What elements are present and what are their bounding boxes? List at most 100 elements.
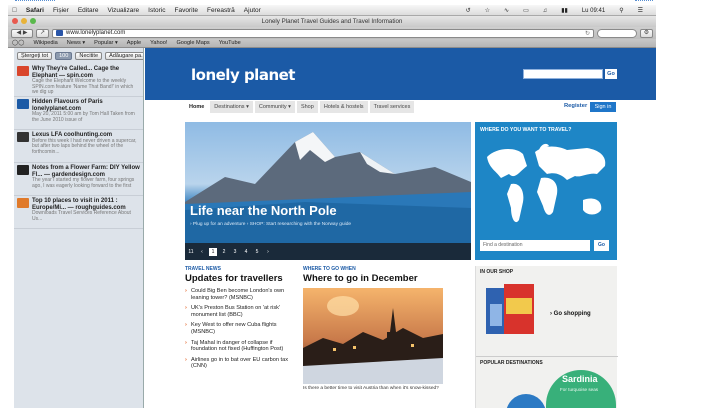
travel-news-kicker[interactable]: Travel news bbox=[185, 266, 297, 272]
where-heading[interactable]: Where to go in December bbox=[303, 273, 443, 284]
news-link[interactable]: UK's Preston Bus Station on 'at risk' mo… bbox=[185, 305, 297, 318]
list-item[interactable]: Lexus LFA coolhunting.com Before this wee… bbox=[14, 130, 143, 163]
photo-caption[interactable]: Is there a better time to visit Austria … bbox=[303, 386, 443, 391]
list-item[interactable]: Why They're Called... Cage the Elephant … bbox=[14, 64, 143, 97]
menu-window[interactable]: Fereastră bbox=[207, 7, 235, 14]
bookmark-item[interactable]: Google Maps bbox=[176, 40, 209, 46]
nav-travel-services[interactable]: Travel services bbox=[369, 101, 415, 113]
menu-edit[interactable]: Editare bbox=[78, 7, 99, 14]
updates-heading[interactable]: Updates for travellers bbox=[185, 273, 297, 284]
close-icon[interactable] bbox=[12, 18, 18, 24]
where-kicker[interactable]: Where to go when bbox=[303, 266, 443, 272]
nav-home[interactable]: Home bbox=[185, 101, 209, 113]
time-machine-icon[interactable]: ↺ bbox=[466, 7, 471, 14]
news-link[interactable]: Key West to offer new Cuba flights (MSNB… bbox=[185, 322, 297, 335]
pager-prev[interactable]: ‹ bbox=[198, 248, 206, 256]
reload-icon[interactable]: ↻ bbox=[585, 30, 590, 37]
wifi-icon[interactable]: ∿ bbox=[504, 7, 509, 14]
site-search-input[interactable] bbox=[523, 69, 603, 79]
airplay-icon[interactable]: ▭ bbox=[523, 7, 529, 14]
all-count-badge[interactable]: 100 bbox=[55, 52, 73, 60]
site-thumbnail bbox=[17, 132, 29, 142]
bookmark-item[interactable]: Wikipedia bbox=[34, 40, 58, 46]
news-link[interactable]: Could Big Ben become London's own leanin… bbox=[185, 288, 297, 301]
share-icon[interactable]: ↗ bbox=[36, 28, 49, 38]
hero-links[interactable]: › Plug up for an adventure › SHOP: Start… bbox=[190, 222, 351, 227]
shop-kicker: In our shop bbox=[480, 269, 514, 275]
hero-banner[interactable]: Life near the North Pole › Plug up for a… bbox=[185, 122, 471, 260]
zoom-icon[interactable] bbox=[30, 18, 36, 24]
pager-next[interactable]: › bbox=[264, 248, 272, 256]
sign-in-button[interactable]: Sign in bbox=[590, 102, 616, 112]
site-thumbnail bbox=[17, 165, 29, 175]
pager-2[interactable]: 2 bbox=[220, 248, 228, 256]
site-thumbnail bbox=[17, 99, 29, 109]
address-bar[interactable]: www.lonelyplanet.com ↻ bbox=[52, 28, 594, 38]
hero-pager: 11 ‹ 1 2 3 4 5 › bbox=[185, 243, 471, 260]
destination-go-button[interactable]: Go bbox=[594, 240, 609, 251]
bluetooth-icon[interactable]: ☆ bbox=[485, 7, 490, 14]
site-search-go-button[interactable]: Go bbox=[605, 69, 617, 79]
address-text: www.lonelyplanet.com bbox=[66, 30, 126, 36]
status-area: ↺ ☆ ∿ ▭ ♫ ▮▮ Lu 09:41 ⚲ ☰ bbox=[466, 5, 652, 16]
bookmark-item[interactable]: News ▾ bbox=[67, 40, 85, 46]
nav-community[interactable]: Community ▾ bbox=[254, 101, 295, 113]
clear-all-button[interactable]: Ștergeți tot bbox=[17, 52, 53, 60]
go-shopping-link[interactable]: › Go shopping bbox=[550, 311, 591, 317]
news-link[interactable]: Taj Mahal in danger of collapse if found… bbox=[185, 340, 297, 353]
add-page-button[interactable]: Adăugare pa... bbox=[105, 52, 143, 60]
window-title: Lonely Planet Travel Guides and Travel I… bbox=[261, 18, 403, 25]
pager-5[interactable]: 5 bbox=[253, 248, 261, 256]
nav-destinations[interactable]: Destinations ▾ bbox=[210, 101, 253, 113]
bookmark-item[interactable]: YouTube bbox=[219, 40, 241, 46]
battery-icon[interactable]: ▮▮ bbox=[561, 7, 568, 14]
site-header: lonely planet Go bbox=[145, 48, 656, 100]
pager-3[interactable]: 3 bbox=[231, 248, 239, 256]
spotlight-icon[interactable]: ⚲ bbox=[619, 7, 623, 14]
austria-photo[interactable] bbox=[303, 288, 443, 384]
where-to-go-column: Where to go when Where to go in December bbox=[303, 266, 443, 391]
menu-bar:  Safari Fișier Editare Vizualizare Isto… bbox=[8, 5, 656, 16]
clock[interactable]: Lu 09:41 bbox=[582, 8, 605, 14]
menu-file[interactable]: Fișier bbox=[53, 7, 69, 14]
bookmark-item[interactable]: Popular ▾ bbox=[94, 40, 118, 46]
settings-gear-icon[interactable]: ⚙ bbox=[640, 28, 653, 38]
bookmark-item[interactable]: Apple bbox=[127, 40, 141, 46]
popular-destinations-heading: Popular destinations bbox=[476, 356, 618, 369]
list-item[interactable]: Hidden Flavours of Paris lonelyplanet.co… bbox=[14, 97, 143, 130]
pager-4[interactable]: 4 bbox=[242, 248, 250, 256]
back-forward-button[interactable]: ◀ ▶ bbox=[11, 28, 33, 38]
guidebook-image[interactable] bbox=[486, 284, 538, 340]
menu-bookmarks[interactable]: Favorite bbox=[174, 7, 197, 14]
pager-1[interactable]: 1 bbox=[209, 247, 217, 256]
site-thumbnail bbox=[17, 198, 29, 208]
bookmark-item[interactable]: Yahoo! bbox=[150, 40, 167, 46]
favicon-icon bbox=[56, 30, 63, 36]
unread-button[interactable]: Necitite bbox=[75, 52, 103, 60]
destination-input[interactable]: Find a destination bbox=[480, 240, 590, 251]
sardinia-title[interactable]: Sardinia bbox=[562, 374, 598, 384]
hero-title[interactable]: Life near the North Pole bbox=[190, 203, 337, 218]
register-link[interactable]: Register bbox=[564, 103, 587, 109]
news-link[interactable]: Airlines go in to bat over EU carbon tax… bbox=[185, 357, 297, 370]
nav-shop[interactable]: Shop bbox=[296, 101, 318, 113]
menu-view[interactable]: Vizualizare bbox=[107, 7, 139, 14]
menu-history[interactable]: Istoric bbox=[148, 7, 165, 14]
minimize-icon[interactable] bbox=[21, 18, 27, 24]
window-titlebar: Lonely Planet Travel Guides and Travel I… bbox=[8, 16, 656, 27]
apple-icon[interactable]:  bbox=[12, 7, 17, 14]
list-item[interactable]: Notes from a Flower Farm: DIY Yellow Fl.… bbox=[14, 163, 143, 196]
reading-list-icon[interactable]: ◯◯ bbox=[12, 40, 25, 46]
site-nav: Home Destinations ▾ Community ▾ Shop Hot… bbox=[185, 101, 615, 113]
web-page: lonely planet Go Home Destinations ▾ Com… bbox=[145, 48, 656, 408]
notification-icon[interactable]: ☰ bbox=[638, 7, 643, 14]
nav-hotels[interactable]: Hotels & hostels bbox=[319, 101, 368, 113]
search-input[interactable] bbox=[597, 28, 637, 38]
list-item[interactable]: Top 10 places to visit in 2011 : Europe/… bbox=[14, 196, 143, 229]
menu-app-name[interactable]: Safari bbox=[26, 7, 44, 14]
volume-icon[interactable]: ♫ bbox=[543, 8, 548, 14]
callout-line bbox=[635, 0, 653, 4]
menu-help[interactable]: Ajutor bbox=[244, 7, 261, 14]
destination-tile[interactable] bbox=[506, 394, 546, 408]
lonely-planet-logo[interactable]: lonely planet bbox=[191, 66, 295, 84]
